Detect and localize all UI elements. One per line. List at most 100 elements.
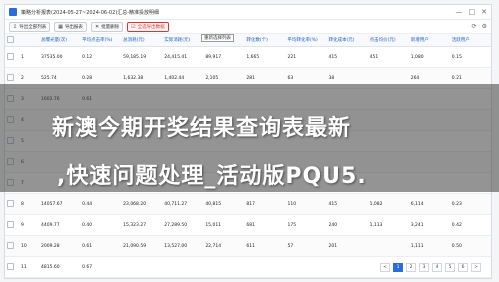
table-cell: 13,527.00	[162, 235, 204, 257]
row-index: 8	[19, 193, 39, 215]
page-button[interactable]: 1	[393, 263, 403, 272]
table-cell: 0.15	[449, 46, 491, 68]
header-col-4[interactable]: 总消耗(元)	[121, 34, 163, 47]
header-col-3[interactable]: 平均点击率(%)	[80, 34, 122, 47]
page-button[interactable]: 6	[458, 263, 468, 272]
header-checkbox[interactable]	[5, 34, 19, 47]
headline-line-2: ,快速问题处理_活动版PQU5.	[57, 164, 367, 189]
window-title: 策略分析报表(2024-05-27~2024-06-02)汇总-精准投放明细	[21, 9, 160, 16]
row-index: 11	[19, 256, 39, 278]
delete-icon: ✕	[94, 23, 100, 30]
refresh-icon[interactable]: ⟳	[472, 23, 477, 30]
next-page-button[interactable]: >	[471, 263, 481, 272]
table-cell: 22,714	[203, 235, 245, 257]
row-index: 10	[19, 235, 39, 257]
table-row[interactable]: 8 14057.67 0.44 23,068.20 40,711.27 40,815 817…	[5, 193, 491, 215]
table-row[interactable]: 10 2009.28 0.61 21,090.59 13,527.00 22,714 611…	[5, 235, 491, 257]
maximize-button[interactable]: □	[469, 8, 476, 16]
header-col-10[interactable]: 点击均价(元)	[367, 34, 409, 47]
table-cell	[162, 256, 204, 278]
header-col-2[interactable]: 总曝光量(次)	[39, 34, 81, 47]
header-col-8[interactable]: 平均转化率(%)	[285, 34, 327, 47]
table-cell	[121, 256, 163, 278]
pagination: <1 2 3 4 5 6 >	[380, 263, 481, 272]
export-report-button[interactable]: ▦ 导出报表	[54, 21, 87, 32]
select-all-export-label: 全选导出数据	[137, 24, 165, 30]
table-cell: 0.40	[80, 214, 122, 236]
table-cell: 59,185.19	[121, 46, 163, 68]
select-all-export-button[interactable]: ☑ 全选导出数据	[127, 21, 169, 32]
row-checkbox[interactable]	[7, 262, 14, 270]
batch-delete-button[interactable]: ✕ 批量删除	[90, 21, 124, 32]
table-row[interactable]: 1 37535.00 0.12 59,185.19 24,415.41 89,917 1,6…	[5, 46, 491, 68]
export-report-label: 导出报表	[64, 24, 83, 30]
table-cell: 817	[244, 193, 286, 215]
page-button[interactable]: 3	[419, 263, 429, 272]
row-index: 1	[19, 46, 39, 68]
table-cell: 681	[244, 214, 286, 236]
table-cell: 24,415.41	[162, 46, 204, 68]
table-cell: 1,082	[367, 193, 409, 215]
table-cell: 14057.67	[39, 193, 81, 215]
page-button[interactable]: 2	[406, 263, 416, 272]
row-checkbox-cell[interactable]	[5, 46, 19, 68]
header-col-7[interactable]: 转化数(个)	[244, 34, 286, 47]
table-cell: 110	[285, 193, 327, 215]
table-cell: 21,090.59	[121, 235, 163, 257]
column-annotation: 重新选择列表	[201, 34, 234, 42]
table-cell: 15,011	[203, 214, 245, 236]
table-cell	[244, 256, 286, 278]
headline-line-1: 新澳今期开奖结果查询表最新	[52, 116, 352, 141]
table-cell: 611	[244, 235, 286, 257]
table-cell: 3,241	[408, 214, 450, 236]
table-cell: 0.50	[449, 235, 491, 257]
row-index: 9	[19, 214, 39, 236]
row-checkbox[interactable]	[7, 199, 14, 207]
page-button[interactable]: 4	[432, 263, 442, 272]
header-col-11[interactable]: 新增用户	[408, 34, 450, 47]
table-cell: 40,711.27	[162, 193, 204, 215]
table-cell: 2009.28	[39, 235, 81, 257]
row-checkbox[interactable]	[7, 52, 14, 60]
minimize-button[interactable]: —	[456, 8, 463, 16]
table-row[interactable]: 9 4409.77 0.40 15,323.27 27,289.50 15,011 681 1…	[5, 214, 491, 236]
export-icon: ⇩	[13, 23, 18, 30]
select-all-checkbox[interactable]	[7, 35, 14, 43]
table-cell: 1,113	[367, 214, 409, 236]
export-all-label: 导出全部列表	[19, 24, 47, 30]
table-header-row: 总曝光量(次) 平均点击率(%) 总消耗(元) 实际消耗(元) 总点击量 转化数…	[5, 34, 491, 47]
header-col-12[interactable]: 活跃用户	[449, 34, 491, 47]
table-cell	[285, 256, 327, 278]
settings-icon[interactable]: ⚙	[482, 23, 487, 30]
table-cell: 37535.00	[39, 46, 81, 68]
row-checkbox[interactable]	[7, 241, 14, 249]
table-cell: 0.42	[449, 214, 491, 236]
table-cell: 15,323.27	[121, 214, 163, 236]
app-logo-icon	[9, 8, 17, 16]
export-all-button[interactable]: ⇩ 导出全部列表	[9, 21, 51, 32]
close-button[interactable]: ✕	[481, 8, 487, 16]
row-checkbox-cell[interactable]	[5, 256, 19, 278]
table-cell: 40,815	[203, 193, 245, 215]
row-checkbox[interactable]	[7, 220, 14, 228]
row-checkbox[interactable]	[7, 73, 14, 81]
table-cell: 415	[326, 46, 368, 68]
table-cell: 451	[367, 46, 409, 68]
row-checkbox-cell[interactable]	[5, 214, 19, 236]
prev-page-button[interactable]: <	[380, 263, 390, 272]
table-cell: 4409.77	[39, 214, 81, 236]
table-cell: 415	[326, 193, 368, 215]
table-cell: 1,080	[408, 46, 450, 68]
table-cell	[326, 256, 368, 278]
table-cell: 201	[326, 235, 368, 257]
header-col-9[interactable]: 转化成本(元)	[326, 34, 368, 47]
row-checkbox-cell[interactable]	[5, 235, 19, 257]
header-col-5[interactable]: 实际消耗(元)	[162, 34, 204, 47]
title-bar: 策略分析报表(2024-05-27~2024-06-02)汇总-精准投放明细 —…	[5, 5, 491, 20]
table-cell: 89,917	[203, 46, 245, 68]
row-checkbox-cell[interactable]	[5, 193, 19, 215]
table-cell: 175	[285, 214, 327, 236]
toolbar: ⇩ 导出全部列表 ▦ 导出报表 ✕ 批量删除 ☑ 全选导出数据 ⟳ ⚙	[5, 20, 491, 34]
page-button[interactable]: 5	[445, 263, 455, 272]
table-cell: 23,068.20	[121, 193, 163, 215]
